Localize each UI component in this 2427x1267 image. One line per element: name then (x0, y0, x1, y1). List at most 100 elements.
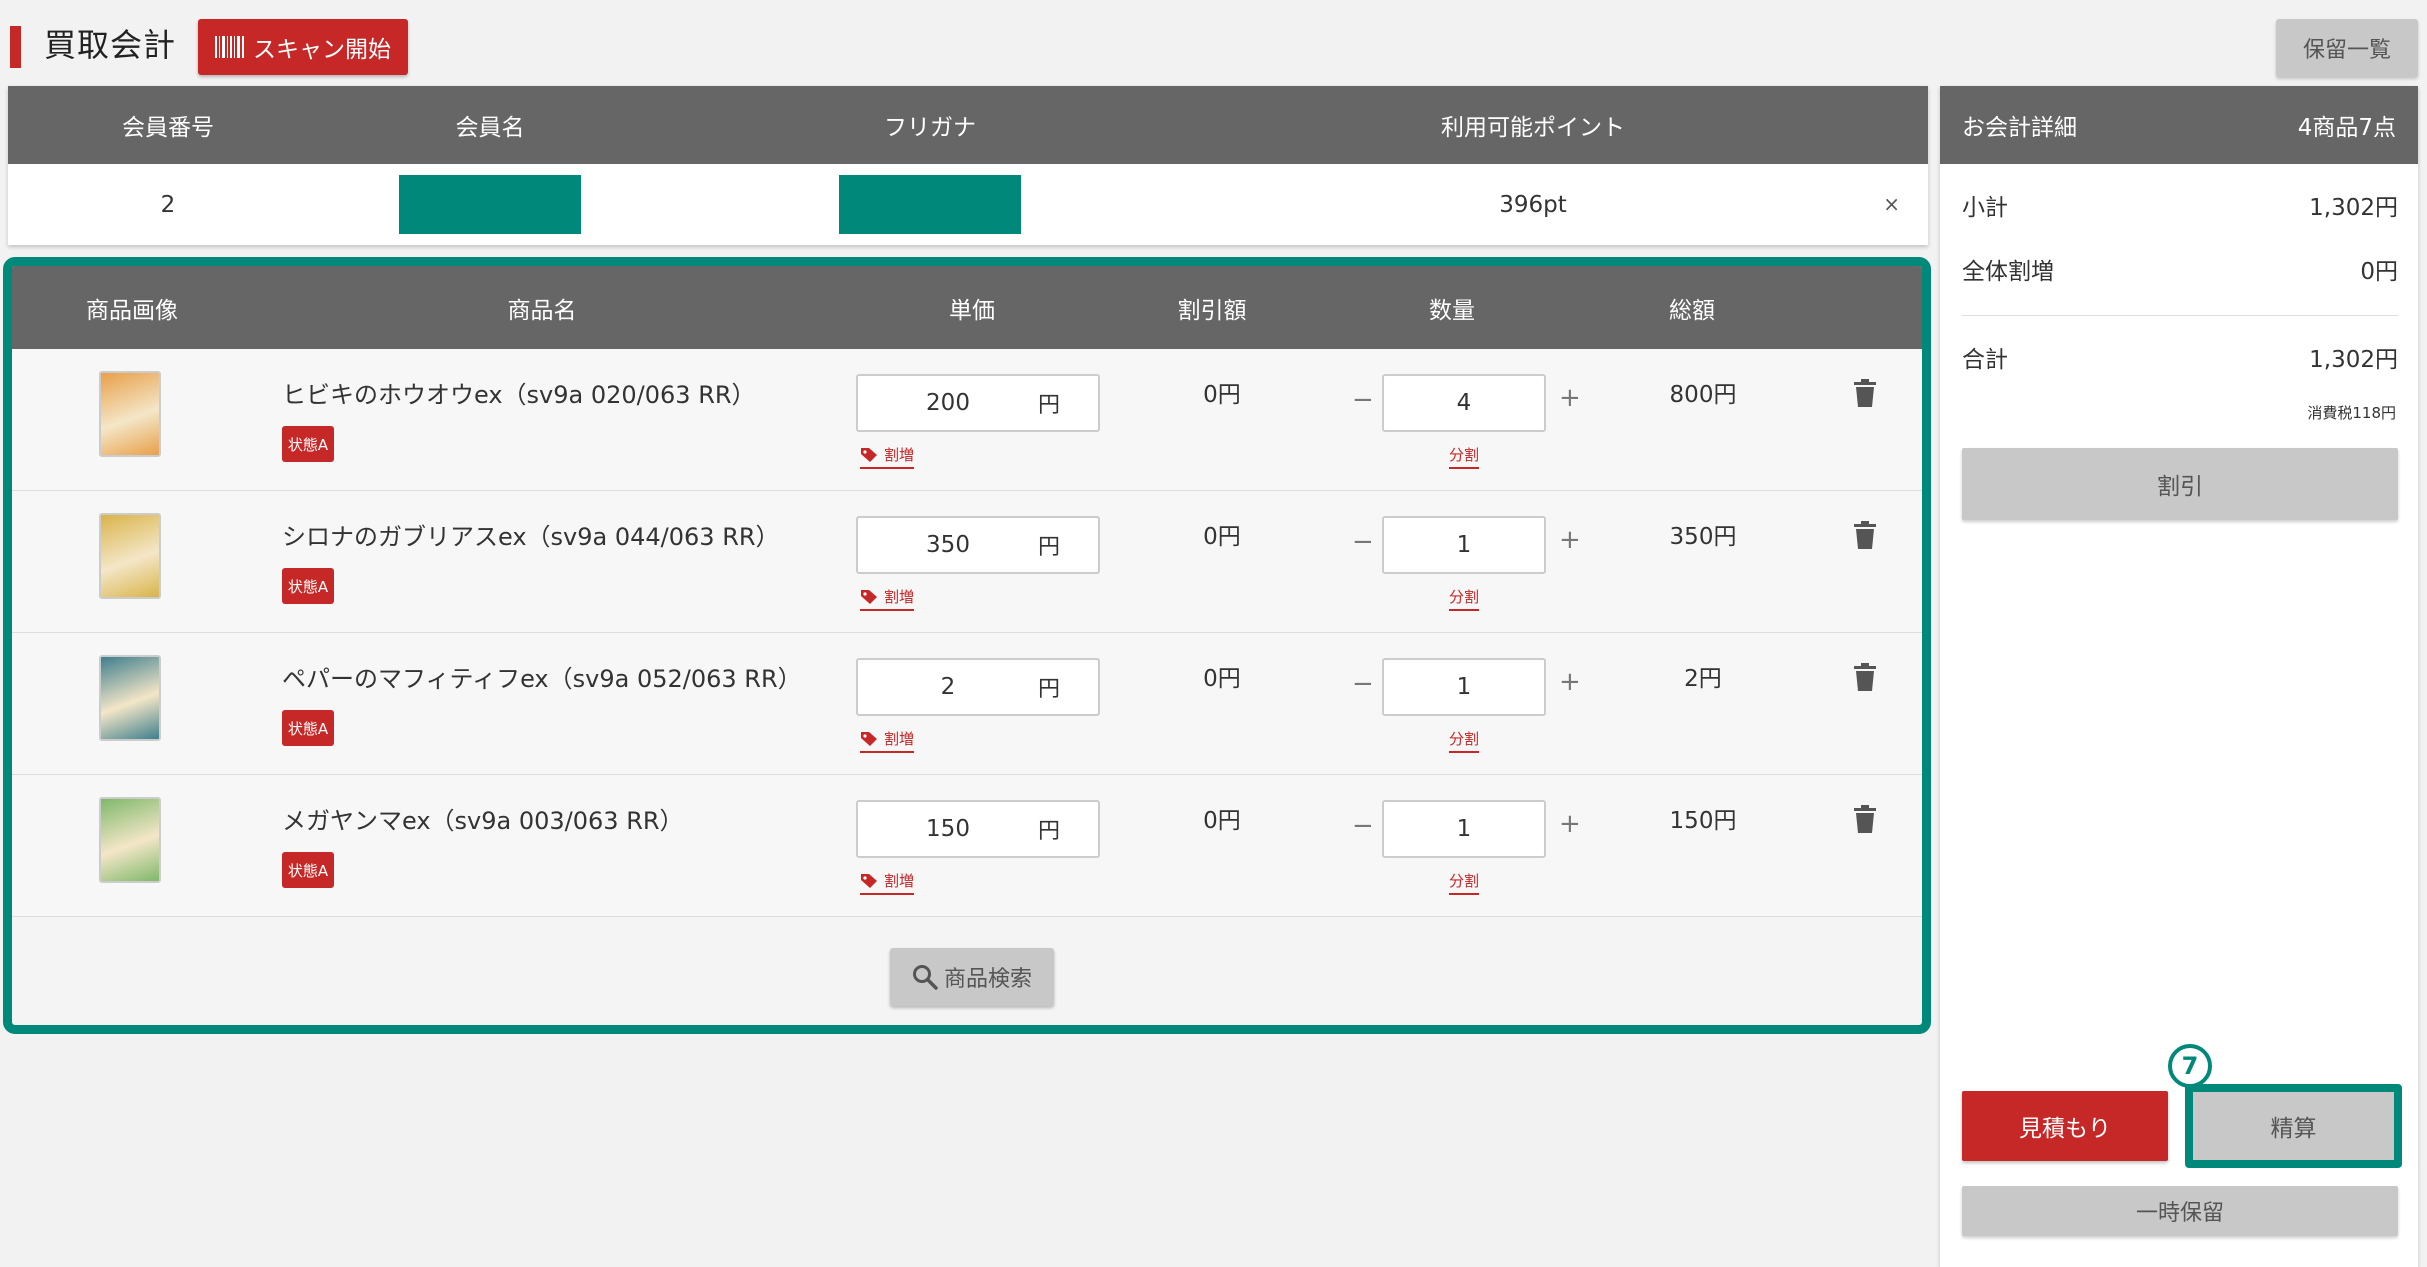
row-total-value: 150円 (1669, 808, 1737, 834)
table-row: メガヤンマex（sv9a 003/063 RR） 状態A 150 円 割増 0円… (12, 775, 1922, 917)
card-thumbnail[interactable] (99, 513, 161, 599)
surcharge-label: 割増 (884, 588, 915, 606)
unit-price-input[interactable]: 350 円 (856, 516, 1100, 574)
name-column-header: 商品名 (507, 297, 577, 324)
discount-column-header: 割引額 (1177, 297, 1247, 324)
unit-price-value: 200 (926, 390, 970, 416)
estimate-button[interactable]: 見積もり (1962, 1091, 2168, 1161)
scan-start-button[interactable]: スキャン開始 (198, 19, 408, 75)
quantity-input[interactable]: 1 (1382, 800, 1546, 858)
qty-increment-button[interactable]: + (1559, 525, 1581, 555)
member-clear-icon[interactable]: × (1883, 192, 1900, 216)
trash-icon[interactable] (1853, 379, 1877, 407)
quantity-input[interactable]: 4 (1382, 374, 1546, 432)
step-marker: 7 (2168, 1044, 2212, 1088)
subtotal-value: 1,302円 (2309, 195, 2398, 221)
scan-start-label: スキャン開始 (253, 37, 391, 63)
condition-badge[interactable]: 状態A (282, 852, 334, 888)
qty-increment-button[interactable]: + (1559, 383, 1581, 413)
member-card: 会員番号 会員名 フリガナ 利用可能ポイント 2 396pt × (8, 86, 1928, 245)
yen-suffix: 円 (1038, 819, 1061, 844)
unit-price-column-header: 単価 (949, 297, 995, 324)
product-search-button[interactable]: 商品検索 (890, 948, 1054, 1006)
split-link[interactable]: 分割 (1449, 870, 1480, 895)
items-panel: 商品画像 商品名 単価 割引額 数量 総額 ヒビキのホウオウex（sv9a 02… (3, 257, 1931, 1034)
tag-icon (861, 731, 877, 746)
hold-list-button[interactable]: 保留一覧 (2276, 19, 2418, 77)
trash-icon[interactable] (1853, 663, 1877, 691)
qty-decrement-button[interactable]: − (1352, 811, 1374, 841)
overall-surcharge-line: 全体割増 0円 (1962, 252, 2398, 286)
unit-price-value: 150 (926, 816, 970, 842)
unit-price-input[interactable]: 200 円 (856, 374, 1100, 432)
checkout-button[interactable]: 精算 (2193, 1092, 2394, 1160)
table-row: シロナのガブリアスex（sv9a 044/063 RR） 状態A 350 円 割… (12, 491, 1922, 633)
qty-decrement-button[interactable]: − (1352, 385, 1374, 415)
unit-price-input[interactable]: 150 円 (856, 800, 1100, 858)
subtotal-label: 小計 (1962, 195, 2008, 221)
discount-button[interactable]: 割引 (1962, 448, 2398, 520)
card-thumbnail[interactable] (99, 371, 161, 457)
trash-icon[interactable] (1853, 521, 1877, 549)
split-link[interactable]: 分割 (1449, 728, 1480, 753)
member-name-redacted (399, 175, 581, 234)
member-no-header: 会員番号 (122, 115, 214, 141)
summary-divider (1962, 315, 2398, 316)
surcharge-link[interactable]: 割増 (860, 728, 915, 753)
overall-surcharge-value: 0円 (2360, 259, 2398, 285)
trash-icon[interactable] (1853, 805, 1877, 833)
yen-suffix: 円 (1038, 535, 1061, 560)
member-name-header: 会員名 (455, 115, 525, 141)
unit-price-input[interactable]: 2 円 (856, 658, 1100, 716)
tax-note: 消費税118円 (2307, 404, 2396, 422)
image-column-header: 商品画像 (86, 297, 178, 324)
kana-value (652, 175, 1208, 234)
split-link[interactable]: 分割 (1449, 586, 1480, 611)
surcharge-link[interactable]: 割増 (860, 586, 915, 611)
split-link[interactable]: 分割 (1449, 444, 1480, 469)
summary-title: お会計詳細 (1962, 115, 2077, 141)
points-header: 利用可能ポイント (1441, 115, 1625, 141)
total-label: 合計 (1962, 347, 2008, 373)
item-name: ペパーのマフィティフex（sv9a 052/063 RR） (282, 665, 802, 693)
condition-badge[interactable]: 状態A (282, 710, 334, 746)
total-value: 1,302円 (2309, 347, 2398, 373)
quantity-input[interactable]: 1 (1382, 658, 1546, 716)
discount-value: 0円 (1203, 382, 1241, 408)
discount-value: 0円 (1203, 808, 1241, 834)
condition-badge[interactable]: 状態A (282, 426, 334, 462)
search-icon (912, 965, 938, 990)
title-accent-bar (10, 26, 21, 68)
kana-redacted (839, 175, 1021, 234)
qty-increment-button[interactable]: + (1559, 809, 1581, 839)
total-line: 合計 1,302円 (1962, 340, 2398, 374)
member-info-row: 2 396pt × (8, 164, 1928, 245)
surcharge-link[interactable]: 割増 (860, 444, 915, 469)
item-name: シロナのガブリアスex（sv9a 044/063 RR） (282, 523, 780, 551)
member-name-value (328, 175, 652, 234)
points-value: 396pt (1499, 191, 1567, 218)
qty-decrement-button[interactable]: − (1352, 527, 1374, 557)
card-thumbnail[interactable] (99, 797, 161, 883)
discount-value: 0円 (1203, 524, 1241, 550)
table-row: ヒビキのホウオウex（sv9a 020/063 RR） 状態A 200 円 割増… (12, 349, 1922, 491)
qty-decrement-button[interactable]: − (1352, 669, 1374, 699)
surcharge-link[interactable]: 割増 (860, 870, 915, 895)
discount-value: 0円 (1203, 666, 1241, 692)
card-thumbnail[interactable] (99, 655, 161, 741)
surcharge-label: 割増 (884, 872, 915, 890)
item-count: 4商品7点 (2297, 115, 2396, 141)
total-column-header: 総額 (1669, 297, 1715, 324)
kana-header: フリガナ (884, 115, 976, 141)
items-header-row: 商品画像 商品名 単価 割引額 数量 総額 (12, 266, 1922, 349)
row-total-value: 2円 (1684, 666, 1722, 692)
row-total-value: 350円 (1669, 524, 1737, 550)
temporary-hold-button[interactable]: 一時保留 (1962, 1186, 2398, 1236)
surcharge-label: 割増 (884, 730, 915, 748)
qty-increment-button[interactable]: + (1559, 667, 1581, 697)
quantity-input[interactable]: 1 (1382, 516, 1546, 574)
overall-surcharge-label: 全体割増 (1962, 259, 2054, 285)
condition-badge[interactable]: 状態A (282, 568, 334, 604)
checkout-summary-panel: お会計詳細 4商品7点 小計 1,302円 全体割増 0円 合計 1,302円 … (1940, 86, 2418, 1267)
tag-icon (861, 447, 877, 462)
